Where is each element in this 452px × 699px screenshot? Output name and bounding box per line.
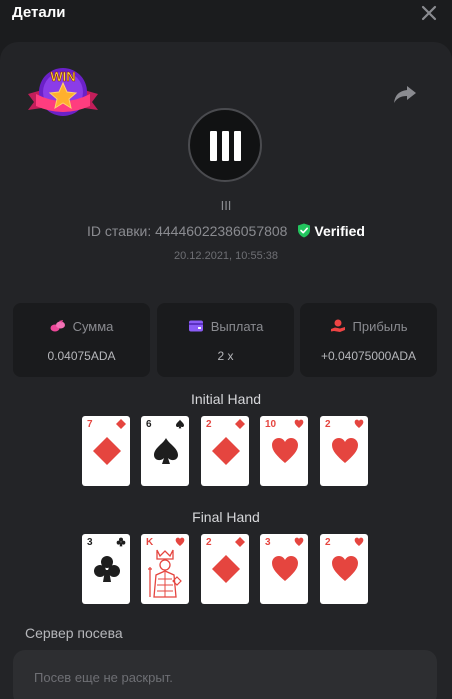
share-icon[interactable]: [392, 82, 418, 106]
heart-suit-icon: [332, 556, 358, 581]
initial-card-1: 7: [82, 416, 130, 486]
club-suit-icon: [116, 537, 126, 547]
heart-suit-icon: [272, 438, 298, 463]
king-figure-icon: [148, 549, 182, 598]
diamond-suit-icon: [116, 419, 126, 429]
heart-suit-icon: [354, 419, 364, 428]
card-rank: 3: [265, 537, 271, 548]
final-card-5: 2: [320, 534, 368, 604]
stat-profit-value: +0.04075000ADA: [320, 349, 417, 363]
card-rank: 2: [206, 537, 212, 548]
stat-payout: Выплата 2 x: [157, 303, 294, 377]
diamond-suit-icon: [212, 555, 240, 583]
diamond-suit-icon: [235, 537, 245, 547]
heart-suit-icon: [294, 537, 304, 546]
game-logo-bar: [222, 131, 229, 161]
diamond-suit-icon: [93, 437, 121, 465]
stat-profit-label: Прибыль: [352, 319, 408, 334]
win-badge-text: WIN: [50, 69, 75, 84]
card-rank: 3: [87, 537, 93, 548]
initial-card-3: 2: [201, 416, 249, 486]
money-hand-icon: [330, 319, 345, 332]
diamond-suit-icon: [235, 419, 245, 429]
club-suit-icon: [94, 556, 120, 582]
final-card-2: K: [141, 534, 189, 604]
stat-payout-label: Выплата: [210, 319, 264, 334]
card-rank: 10: [265, 419, 277, 430]
page-title: Детали: [12, 4, 66, 21]
final-card-3: 2: [201, 534, 249, 604]
game-name: III: [220, 198, 232, 213]
stat-profit: Прибыль +0.04075000ADA: [300, 303, 437, 377]
verified-label: Verified: [314, 223, 365, 239]
server-seed-label: Сервер посева: [25, 625, 123, 641]
bet-timestamp: 20.12.2021, 10:55:38: [174, 250, 278, 262]
stat-amount: Сумма 0.04075ADA: [13, 303, 150, 377]
stat-payout-value: 2 x: [217, 349, 234, 363]
final-card-1: 3: [82, 534, 130, 604]
diamond-suit-icon: [212, 437, 240, 465]
wallet-icon: [188, 320, 203, 332]
bet-id-row: ID ставки: 44446022386057808 Verified: [0, 223, 452, 239]
heart-suit-icon: [272, 556, 298, 581]
bet-id: ID ставки: 44446022386057808: [87, 223, 288, 239]
server-seed-field[interactable]: Посев еще не раскрыт.: [13, 650, 437, 699]
game-logo: [188, 108, 262, 182]
header: Детали: [0, 0, 452, 28]
heart-suit-icon: [294, 419, 304, 428]
initial-card-4: 10: [260, 416, 308, 486]
card-rank: 2: [206, 419, 212, 430]
shield-check-icon: [298, 223, 311, 238]
initial-card-5: 2: [320, 416, 368, 486]
heart-suit-icon: [354, 537, 364, 546]
card-rank: 2: [325, 537, 331, 548]
game-logo-bar: [210, 131, 217, 161]
heart-suit-icon: [332, 438, 358, 463]
stat-amount-label: Сумма: [72, 319, 114, 334]
final-hand-title: Final Hand: [192, 509, 260, 525]
coins-icon: [50, 320, 65, 332]
server-seed-value: Посев еще не раскрыт.: [34, 670, 173, 685]
card-rank: 7: [87, 419, 93, 430]
game-logo-bar: [234, 131, 241, 161]
card-rank: 2: [325, 419, 331, 430]
close-icon[interactable]: [420, 4, 438, 22]
card-rank: 6: [146, 419, 152, 430]
initial-card-2: 6: [141, 416, 189, 486]
spade-suit-icon: [176, 419, 184, 429]
spade-suit-icon: [154, 438, 178, 464]
initial-hand-title: Initial Hand: [190, 391, 262, 407]
stat-amount-value: 0.04075ADA: [47, 349, 116, 363]
win-badge-icon: WIN: [28, 68, 98, 116]
final-card-4: 3: [260, 534, 308, 604]
heart-suit-icon: [175, 537, 185, 546]
